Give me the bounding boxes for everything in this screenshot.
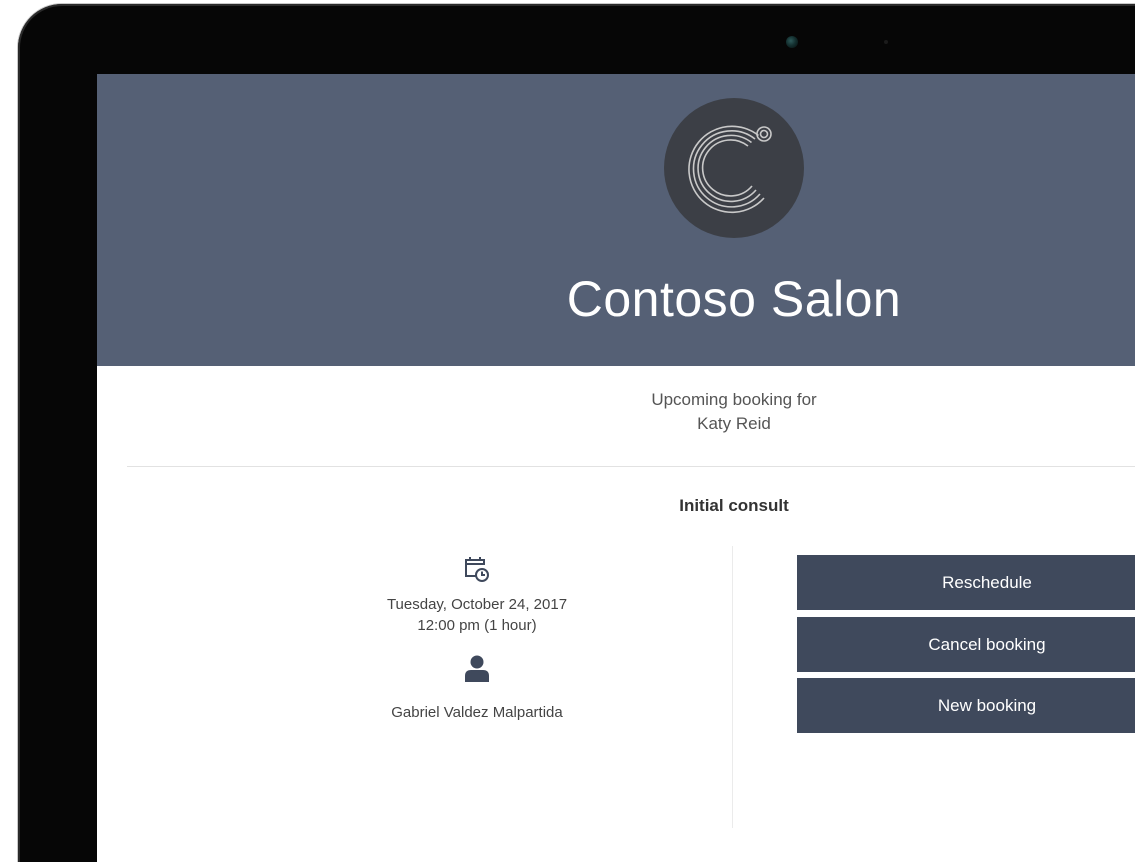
booking-page: Contoso Salon Upcoming booking for Katy … [97,74,1135,862]
cancel-booking-button[interactable]: Cancel booking [797,617,1135,672]
booking-time: 12:00 pm (1 hour) [417,617,537,634]
brand-name: Contoso Salon [566,271,902,327]
cancel-booking-button-label: Cancel booking [928,634,1046,654]
booking-details: Tuesday, October 24, 2017 12:00 pm (1 ho… [337,554,617,721]
light-sensor-icon [884,40,888,44]
booking-date: Tuesday, October 24, 2017 [386,596,568,613]
person-icon [465,655,489,682]
new-booking-button[interactable]: New booking [797,678,1135,733]
contoso-c-logo-icon [664,98,804,238]
upcoming-label: Upcoming booking for [651,390,817,409]
new-booking-button-label: New booking [937,695,1037,715]
divider [127,466,1135,467]
customer-name: Katy Reid [697,414,771,433]
service-name: Initial consult [679,496,789,515]
front-camera-icon [786,36,798,48]
reschedule-button-label: Reschedule [942,572,1032,592]
reschedule-button[interactable]: Reschedule [797,555,1135,610]
tablet-device: Contoso Salon Upcoming booking for Katy … [0,0,1135,862]
header-banner: Contoso Salon [97,74,1135,366]
column-separator [732,546,733,828]
calendar-clock-icon [465,557,489,582]
staff-name: Gabriel Valdez Malpartida [391,704,563,721]
